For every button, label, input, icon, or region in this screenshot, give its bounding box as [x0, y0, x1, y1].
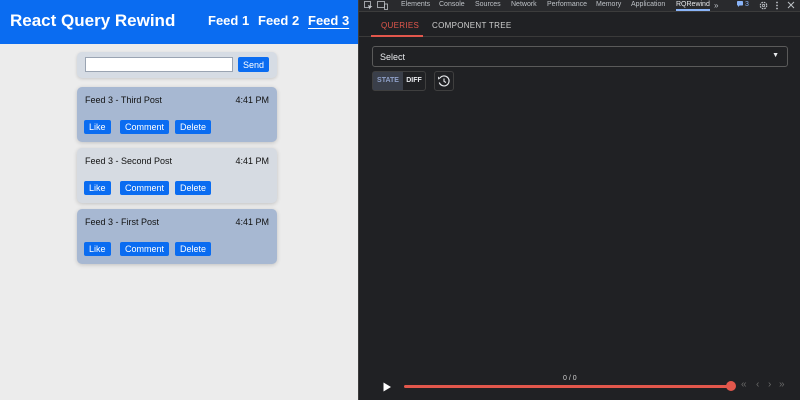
post-card: Feed 3 - First Post 4:41 PM Like Comment… — [77, 209, 277, 264]
tab-queries[interactable]: QUERIES — [381, 21, 419, 30]
issues-count: 3 — [744, 1, 749, 8]
view-toggle: STATE DIFF — [372, 71, 426, 91]
settings-icon[interactable] — [759, 1, 768, 12]
app-title: React Query Rewind — [10, 11, 176, 30]
play-icon — [383, 382, 391, 392]
step-back-icon[interactable]: ‹ — [756, 380, 759, 390]
diff-button[interactable]: DIFF — [403, 72, 425, 90]
query-select[interactable]: Select ▼ — [372, 46, 788, 67]
like-button[interactable]: Like — [84, 120, 111, 134]
nav-feed-2[interactable]: Feed 2 — [258, 13, 299, 28]
state-button[interactable]: STATE — [373, 72, 403, 90]
post-title: Feed 3 - First Post — [85, 217, 160, 227]
nav-feed-3[interactable]: Feed 3 — [308, 13, 349, 28]
like-button[interactable]: Like — [84, 181, 111, 195]
devtools-panel: Elements Console Sources Network Perform… — [358, 0, 800, 400]
more-tabs-icon[interactable]: » — [714, 1, 718, 10]
jump-end-icon[interactable]: » — [779, 380, 785, 390]
post-title: Feed 3 - Third Post — [85, 95, 162, 105]
query-select-label: Select — [380, 52, 406, 62]
nav-feed-1[interactable]: Feed 1 — [208, 13, 249, 28]
jump-start-icon[interactable]: « — [741, 380, 747, 390]
more-icon[interactable] — [775, 1, 779, 12]
step-forward-icon[interactable]: › — [768, 380, 771, 390]
comment-button[interactable]: Comment — [120, 120, 170, 134]
react-app: React Query Rewind Feed 1 Feed 2 Feed 3 … — [0, 0, 358, 400]
timeline: 0 / 0 « ‹ › » — [359, 370, 800, 400]
post-composer: Send — [77, 52, 277, 78]
history-button[interactable] — [434, 71, 454, 91]
step-counter: 0 / 0 — [563, 375, 577, 382]
app-header: React Query Rewind Feed 1 Feed 2 Feed 3 — [0, 0, 358, 44]
issues-icon — [737, 1, 743, 7]
post-time: 4:41 PM — [235, 217, 269, 227]
comment-button[interactable]: Comment — [120, 181, 170, 195]
play-button[interactable] — [381, 380, 393, 392]
post-input[interactable] — [85, 57, 233, 72]
post-card: Feed 3 - Second Post 4:41 PM Like Commen… — [77, 148, 277, 203]
tab-component-tree[interactable]: COMPONENT TREE — [432, 21, 511, 30]
devtools-toolbar: Elements Console Sources Network Perform… — [359, 0, 800, 12]
post-time: 4:41 PM — [235, 95, 269, 105]
devtools-tab-elements[interactable]: Elements — [401, 1, 430, 8]
timeline-thumb[interactable] — [726, 381, 736, 391]
rqrewind-tabs: QUERIES COMPONENT TREE — [359, 13, 800, 37]
delete-button[interactable]: Delete — [175, 120, 212, 134]
post-time: 4:41 PM — [235, 156, 269, 166]
chevron-down-icon: ▼ — [772, 52, 779, 59]
history-icon — [438, 75, 450, 87]
devtools-tab-rqrewind[interactable]: RQRewind — [676, 1, 710, 11]
timeline-track[interactable] — [404, 385, 729, 388]
like-button[interactable]: Like — [84, 242, 111, 256]
issues-badge[interactable]: 3 — [737, 1, 749, 8]
post-card: Feed 3 - Third Post 4:41 PM Like Comment… — [77, 87, 277, 142]
comment-button[interactable]: Comment — [120, 242, 170, 256]
devtools-tab-memory[interactable]: Memory — [596, 1, 621, 8]
delete-button[interactable]: Delete — [175, 242, 212, 256]
delete-button[interactable]: Delete — [175, 181, 212, 195]
device-toggle-icon[interactable] — [377, 1, 388, 12]
devtools-tab-sources[interactable]: Sources — [475, 1, 501, 8]
close-icon[interactable] — [787, 1, 795, 11]
active-tab-indicator — [371, 35, 423, 37]
devtools-tab-application[interactable]: Application — [631, 1, 665, 8]
post-title: Feed 3 - Second Post — [85, 156, 173, 166]
inspect-icon[interactable] — [364, 1, 373, 12]
devtools-tab-console[interactable]: Console — [439, 1, 465, 8]
devtools-tab-network[interactable]: Network — [511, 1, 537, 8]
devtools-tab-performance[interactable]: Performance — [547, 1, 587, 8]
send-button[interactable]: Send — [238, 57, 269, 72]
